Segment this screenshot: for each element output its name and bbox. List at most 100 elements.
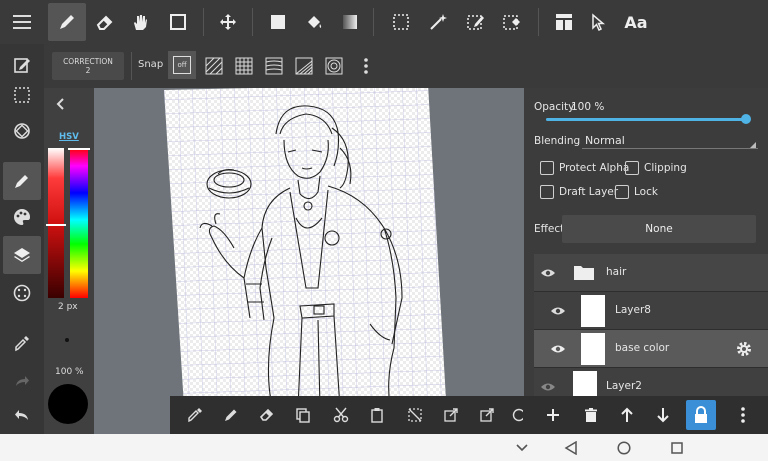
eye-icon[interactable]	[538, 264, 558, 282]
brush-opacity-label[interactable]: 100 %	[55, 367, 84, 377]
eye-icon[interactable]	[538, 378, 558, 396]
layer-row[interactable]: Layer2	[534, 368, 768, 396]
hand-icon[interactable]	[121, 3, 159, 41]
hue-handle[interactable]	[68, 148, 90, 150]
transform-icon[interactable]	[3, 112, 41, 150]
gradient-icon[interactable]	[331, 3, 369, 41]
snap-radial-icon[interactable]	[320, 52, 348, 80]
lock-layer-button[interactable]	[686, 400, 716, 430]
undo-icon[interactable]	[3, 396, 41, 434]
clipping-checkbox[interactable]	[625, 161, 639, 175]
more-options-icon[interactable]	[354, 52, 378, 80]
paste-icon[interactable]	[362, 400, 392, 430]
pen-icon[interactable]	[216, 400, 246, 430]
add-layer-icon[interactable]	[538, 400, 568, 430]
eraser-icon[interactable]	[86, 3, 124, 41]
layer-actions-bar	[524, 396, 768, 434]
select-eraser-icon[interactable]	[493, 3, 531, 41]
color-mode-tab[interactable]: HSV	[59, 132, 79, 142]
back-icon[interactable]	[562, 439, 580, 457]
text-tool-button[interactable]: Aa	[617, 3, 655, 41]
lock-checkbox[interactable]	[615, 185, 629, 199]
redo-icon[interactable]	[3, 362, 41, 400]
snap-parallel-icon[interactable]	[200, 52, 228, 80]
menu-icon[interactable]	[3, 3, 41, 41]
snap-off-label: off	[173, 56, 191, 74]
brush-size-label[interactable]: 2 px	[58, 302, 78, 312]
move-layer-down-icon[interactable]	[648, 400, 678, 430]
rotate-icon[interactable]	[506, 400, 524, 430]
tool-options-bar: CORRECTION 2 Snap off	[44, 44, 524, 88]
deselect-icon[interactable]	[400, 400, 430, 430]
blending-underline	[582, 148, 758, 149]
fill-square-icon[interactable]	[259, 3, 297, 41]
current-color-swatch[interactable]	[48, 384, 88, 424]
snap-label: Snap	[138, 59, 164, 70]
quick-toolbar	[170, 396, 524, 434]
clipping-label: Clipping	[644, 162, 687, 174]
transform-selection-icon[interactable]	[472, 400, 502, 430]
color-panel: HSV 2 px 100 %	[44, 88, 94, 434]
blending-select[interactable]: Normal	[585, 134, 625, 147]
opacity-slider-handle[interactable]	[741, 114, 751, 124]
canvas-area[interactable]	[94, 88, 524, 434]
hue-bar[interactable]	[70, 148, 88, 298]
eye-icon[interactable]	[548, 302, 568, 320]
hide-keyboard-icon[interactable]	[514, 440, 530, 456]
eyedropper-icon[interactable]	[180, 400, 210, 430]
palette-icon[interactable]	[3, 198, 41, 236]
brush-panel-icon[interactable]	[3, 162, 41, 200]
snap-curve-icon[interactable]	[260, 52, 288, 80]
folder-icon	[573, 263, 595, 281]
home-icon[interactable]	[615, 439, 633, 457]
eyedropper-icon[interactable]	[3, 324, 41, 362]
dropdown-corner-icon	[750, 142, 756, 148]
select-rect-icon[interactable]	[382, 3, 420, 41]
move-layer-up-icon[interactable]	[612, 400, 642, 430]
copy-icon[interactable]	[288, 400, 318, 430]
brush-size-preview	[65, 338, 69, 342]
selection-icon[interactable]	[3, 76, 41, 114]
bucket-icon[interactable]	[295, 3, 333, 41]
pen-icon[interactable]	[48, 3, 86, 41]
snap-off-button[interactable]: off	[168, 51, 196, 79]
saturation-value-bar[interactable]	[48, 148, 64, 298]
layer-row-selected[interactable]: base color	[534, 330, 768, 368]
magic-wand-icon[interactable]	[419, 3, 457, 41]
layers-icon[interactable]	[3, 236, 41, 274]
saturation-handle[interactable]	[46, 224, 66, 226]
export-selection-icon[interactable]	[436, 400, 466, 430]
opacity-slider-track[interactable]	[546, 118, 746, 121]
materials-icon[interactable]	[3, 274, 41, 312]
cut-icon[interactable]	[326, 400, 356, 430]
eraser-icon[interactable]	[252, 400, 282, 430]
collapse-panel-icon[interactable]	[44, 88, 94, 118]
layer-thumbnail	[581, 295, 605, 327]
protect-alpha-checkbox[interactable]	[540, 161, 554, 175]
cursor-icon[interactable]	[579, 3, 617, 41]
layer-more-icon[interactable]	[728, 400, 758, 430]
layout-icon[interactable]	[545, 3, 583, 41]
gear-icon[interactable]	[734, 339, 754, 359]
layer-row-folder[interactable]: hair	[534, 254, 768, 292]
move-icon[interactable]	[209, 3, 247, 41]
protect-alpha-label: Protect Alpha	[559, 162, 630, 174]
delete-layer-icon[interactable]	[576, 400, 606, 430]
effect-select-button[interactable]: None	[562, 215, 756, 243]
snap-grid-icon[interactable]	[230, 52, 258, 80]
left-toolbar	[0, 44, 44, 434]
lock-label: Lock	[634, 186, 658, 198]
eye-icon[interactable]	[548, 340, 568, 358]
canvas-page	[164, 88, 446, 406]
layer-row[interactable]: Layer8	[534, 292, 768, 330]
recents-icon[interactable]	[668, 439, 686, 457]
correction-button[interactable]: CORRECTION 2	[52, 52, 124, 80]
select-pen-icon[interactable]	[457, 3, 495, 41]
drawing-canvas[interactable]	[94, 88, 524, 434]
draft-layer-checkbox[interactable]	[540, 185, 554, 199]
snap-perspective-icon[interactable]	[290, 52, 318, 80]
correction-label: CORRECTION	[63, 57, 113, 66]
layer-name: Layer2	[606, 380, 642, 392]
layer-name: Layer8	[615, 304, 651, 316]
rectangle-icon[interactable]	[159, 3, 197, 41]
